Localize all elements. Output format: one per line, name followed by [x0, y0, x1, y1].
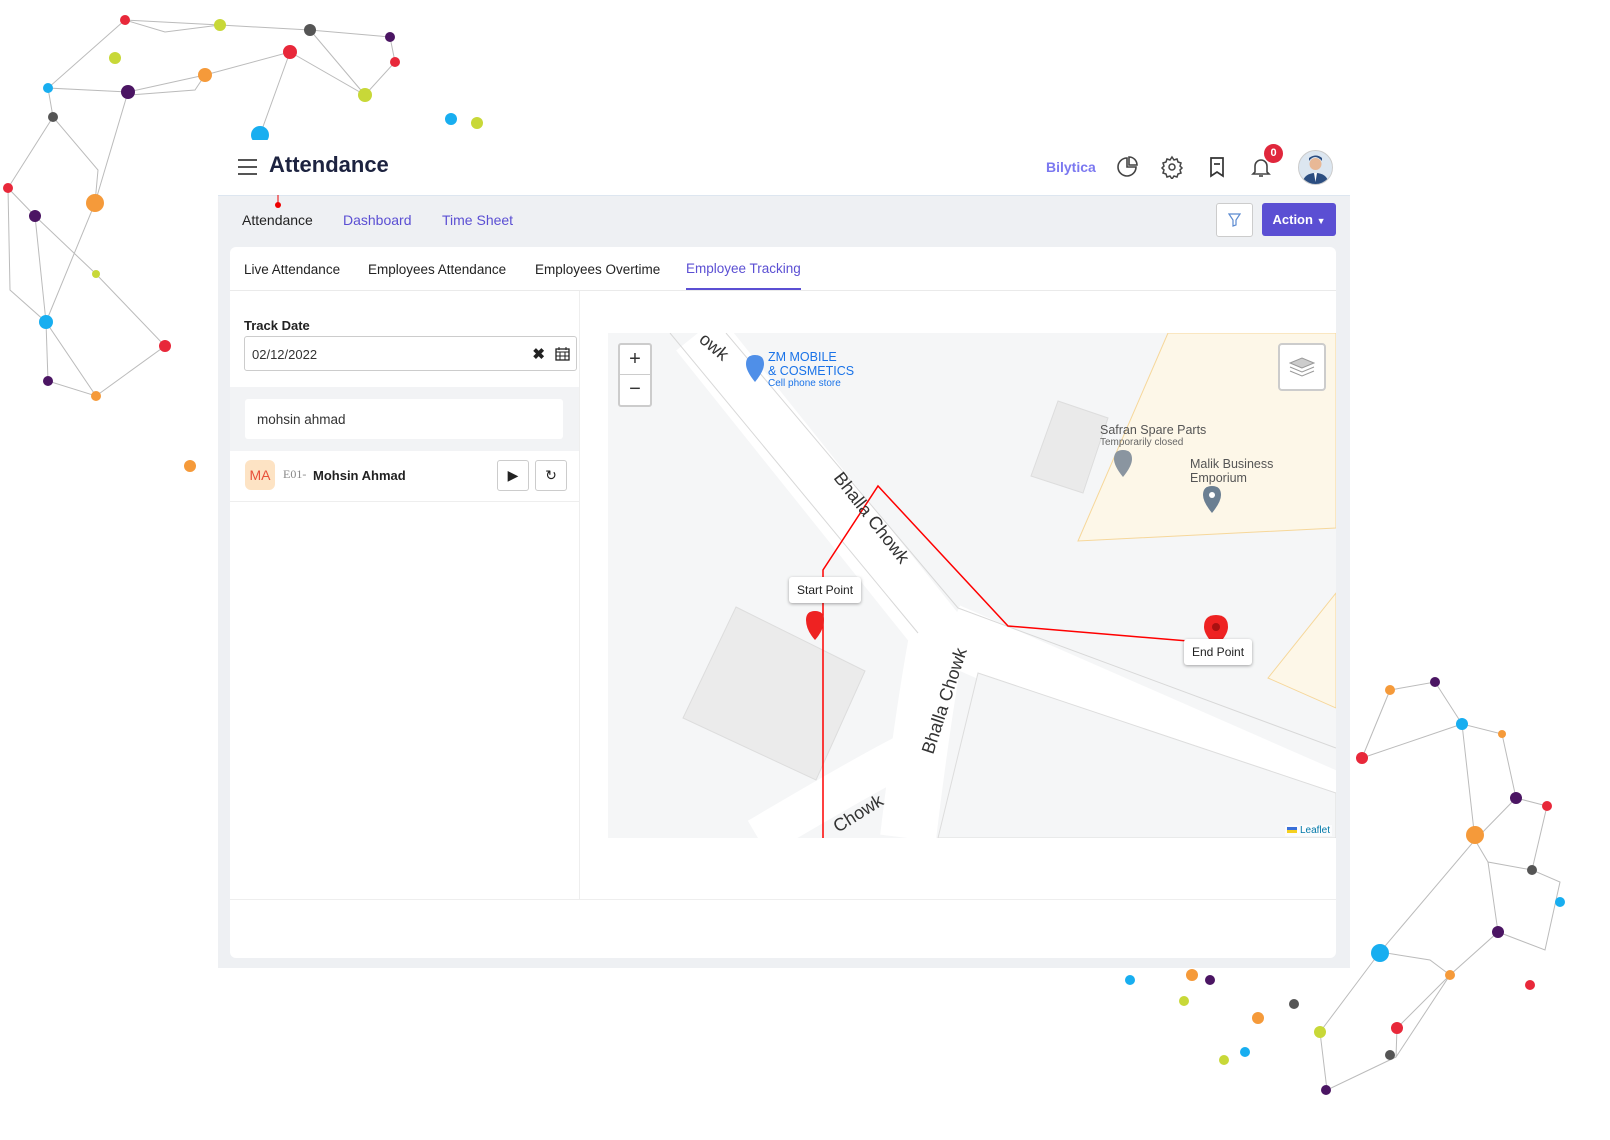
bookmark-icon[interactable]	[1205, 155, 1229, 179]
refresh-icon: ↻	[545, 467, 557, 483]
track-date-value: 02/12/2022	[252, 347, 318, 362]
tab-employees-overtime[interactable]: Employees Overtime	[535, 262, 660, 277]
employee-search-input[interactable]: mohsin ahmad	[245, 399, 563, 439]
zoom-in-button[interactable]: +	[620, 345, 650, 375]
tab-employees-attendance[interactable]: Employees Attendance	[368, 262, 506, 277]
track-date-input[interactable]: 02/12/2022 ✖	[244, 336, 577, 371]
place-name[interactable]: ZM MOBILE	[768, 350, 837, 364]
action-label: Action	[1272, 212, 1313, 227]
place-name[interactable]: & COSMETICS	[768, 364, 854, 378]
tracking-map[interactable]: Bhalla Chowk Bhalla Chowk Chowk owk ZM M…	[608, 333, 1336, 838]
action-dropdown-button[interactable]: Action ▼	[1262, 203, 1336, 236]
place-name[interactable]: Malik Business	[1190, 457, 1273, 471]
place-status: Temporarily closed	[1100, 437, 1183, 448]
employee-search-area: mohsin ahmad	[230, 387, 579, 451]
zoom-control: + −	[618, 343, 652, 407]
brand-link[interactable]: Bilytica	[1046, 159, 1096, 175]
refresh-button[interactable]: ↻	[535, 460, 567, 491]
end-point-tooltip: End Point	[1184, 639, 1253, 665]
employee-filter-panel: Track Date 02/12/2022 ✖ mohsin ahmad MA …	[230, 291, 580, 899]
play-route-button[interactable]: ▶	[497, 460, 529, 491]
tab-employee-tracking[interactable]: Employee Tracking	[686, 261, 801, 290]
gear-icon[interactable]	[1160, 155, 1184, 179]
search-value: mohsin ahmad	[257, 412, 346, 427]
subnav-time-sheet[interactable]: Time Sheet	[442, 212, 513, 228]
place-name[interactable]: Emporium	[1190, 471, 1247, 485]
avatar[interactable]	[1298, 150, 1333, 185]
employee-initials-avatar: MA	[245, 460, 275, 490]
list-item[interactable]: MA E01- Mohsin Ahmad ▶ ↻	[230, 451, 579, 502]
page-title: Attendance	[269, 152, 389, 177]
play-icon: ▶	[507, 467, 519, 483]
start-point-tooltip: Start Point	[789, 577, 862, 603]
panel-footer-divider	[230, 899, 1336, 900]
calendar-icon[interactable]	[555, 346, 570, 361]
pie-chart-icon[interactable]	[1115, 155, 1139, 179]
track-date-label: Track Date	[244, 318, 310, 333]
active-indicator-icon	[275, 195, 281, 208]
map-tiles: Bhalla Chowk Bhalla Chowk Chowk owk ZM M…	[669, 333, 1336, 838]
content-panel: Live Attendance Employees Attendance Emp…	[230, 247, 1336, 958]
place-category: Cell phone store	[768, 378, 841, 389]
app-window: Attendance Bilytica 0 Attendance Dashboa…	[218, 140, 1350, 968]
layers-button[interactable]	[1278, 343, 1326, 391]
menu-icon[interactable]	[238, 159, 257, 180]
employee-code: E01-	[283, 467, 307, 481]
header: Attendance Bilytica 0	[218, 140, 1350, 196]
notification-badge: 0	[1264, 144, 1283, 163]
place-name[interactable]: Safran Spare Parts	[1100, 423, 1206, 437]
subnav-attendance[interactable]: Attendance	[242, 212, 313, 228]
filter-button[interactable]	[1216, 203, 1253, 237]
layers-icon	[1289, 357, 1315, 377]
filter-icon	[1228, 213, 1241, 227]
subnav-dashboard[interactable]: Dashboard	[343, 212, 412, 228]
start-marker-icon[interactable]	[806, 611, 824, 640]
employee-name: Mohsin Ahmad	[313, 468, 406, 483]
ukraine-flag-icon	[1287, 827, 1298, 833]
map-attribution[interactable]: Leaflet	[1285, 825, 1332, 836]
leaflet-link[interactable]: Leaflet	[1300, 825, 1330, 836]
caret-down-icon: ▼	[1316, 216, 1326, 226]
tab-live-attendance[interactable]: Live Attendance	[244, 262, 340, 277]
clear-icon[interactable]: ✖	[532, 345, 545, 363]
zoom-out-button[interactable]: −	[620, 375, 650, 404]
